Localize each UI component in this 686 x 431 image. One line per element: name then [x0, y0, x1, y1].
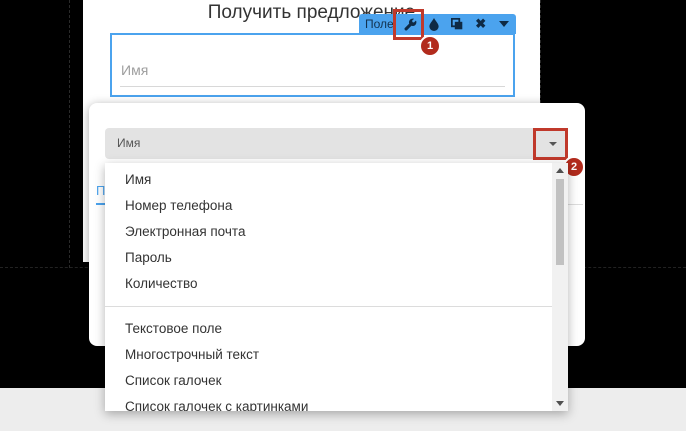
name-field-block[interactable]: Имя [110, 33, 515, 97]
popup-divider [567, 204, 583, 205]
field-type-select[interactable]: Имя [105, 128, 568, 159]
option-checkbox-list[interactable]: Список галочек [125, 373, 222, 388]
scroll-up-icon[interactable] [556, 168, 564, 173]
tab-partial[interactable]: П [96, 183, 105, 198]
field-type-dropdown: Имя Номер телефона Электронная почта Пар… [105, 163, 568, 411]
close-icon[interactable]: ✖ [469, 14, 493, 34]
option-quantity[interactable]: Количество [125, 276, 198, 291]
option-group-separator [105, 306, 552, 307]
option-multiline-text[interactable]: Многострочный текст [125, 347, 259, 362]
scroll-thumb[interactable] [556, 179, 564, 265]
copy-icon[interactable] [445, 14, 469, 34]
dropdown-scrollbar[interactable] [552, 163, 568, 411]
field-underline [120, 86, 505, 87]
scroll-down-icon[interactable] [556, 401, 564, 406]
option-text-field[interactable]: Текстовое поле [125, 321, 222, 336]
name-field-placeholder: Имя [121, 62, 149, 78]
settings-button-highlight [393, 9, 424, 40]
option-phone[interactable]: Номер телефона [125, 198, 232, 213]
drop-icon[interactable] [422, 14, 446, 34]
option-email[interactable]: Электронная почта [125, 224, 245, 239]
step-badge-1: 1 [419, 35, 441, 57]
dropdown-toggle-highlight [533, 128, 568, 160]
option-name[interactable]: Имя [125, 172, 151, 187]
field-type-select-value: Имя [117, 136, 141, 150]
caret-down-icon[interactable] [492, 14, 516, 34]
option-checkbox-list-images[interactable]: Список галочек с картинками [125, 399, 308, 411]
field-toolbar: Поле ✖ [359, 14, 516, 34]
option-password[interactable]: Пароль [125, 250, 172, 265]
